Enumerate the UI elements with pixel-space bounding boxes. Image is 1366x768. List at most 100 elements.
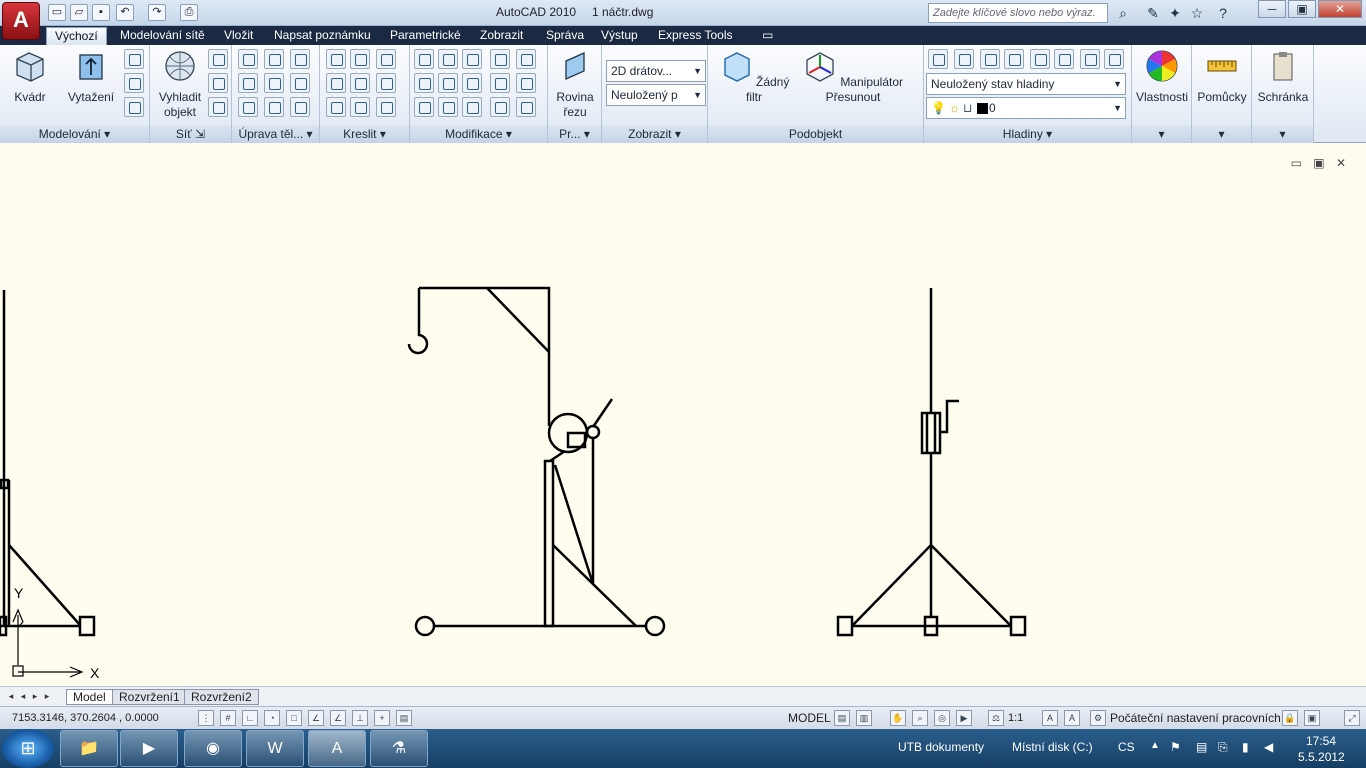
layout-tab-rozvrzeni1[interactable]: Rozvržení1 [112, 689, 187, 705]
array-icon[interactable] [414, 97, 434, 117]
auto-scale-icon[interactable]: A [1064, 710, 1080, 726]
save-icon[interactable]: ▪ [92, 4, 110, 21]
line-icon[interactable] [350, 73, 370, 93]
panel-label-hladiny[interactable]: Hladiny ▾ [924, 125, 1131, 143]
undo-icon[interactable]: ↶ [116, 4, 134, 21]
model-space-button[interactable]: MODEL [788, 711, 831, 725]
layer-properties-icon[interactable] [928, 49, 948, 69]
first-tab-arrow-icon[interactable]: ◂ [6, 690, 16, 703]
search-input[interactable]: Zadejte klíčové slovo nebo výraz. [928, 3, 1108, 23]
solid-tool-icon[interactable] [124, 49, 144, 69]
print-icon[interactable]: ⎙ [180, 4, 198, 21]
manipulator-button[interactable]: Manipulátor Přesunout [790, 49, 916, 105]
osnap-toggle-icon[interactable]: □ [286, 710, 302, 726]
steeringwheel-icon[interactable]: ◎ [934, 710, 950, 726]
tray-expand-icon[interactable]: ▲ [1150, 740, 1160, 751]
panel-label-sit[interactable]: Síť ⇲ [150, 125, 231, 143]
layer-isolate-icon[interactable] [1004, 49, 1024, 69]
panel-label-zobrazit[interactable]: Zobrazit ▾ [602, 125, 707, 143]
layer-freeze-icon[interactable] [1030, 49, 1050, 69]
polar-toggle-icon[interactable]: ◔ [264, 710, 280, 726]
tab-sprava[interactable]: Správa [538, 27, 592, 45]
otrack-toggle-icon[interactable]: ∠ [330, 710, 346, 726]
clock-time[interactable]: 17:54 [1306, 734, 1336, 748]
panel-expand-schranka[interactable]: ▾ [1252, 125, 1313, 143]
tray-flag-icon[interactable]: ⚑ [1170, 740, 1181, 754]
star-icon[interactable]: ☆ [1188, 4, 1206, 22]
prev-tab-arrow-icon[interactable]: ◂ [18, 690, 28, 703]
toolbar-mistni-disk[interactable]: Místní disk (C:) [1012, 740, 1093, 754]
start-button[interactable]: ⊞ [2, 729, 54, 768]
break-icon[interactable] [516, 49, 536, 69]
panel-label-modelovani[interactable]: Modelování ▾ [0, 125, 149, 143]
clock-date[interactable]: 5.5.2012 [1298, 750, 1345, 764]
chamfer-icon[interactable] [516, 73, 536, 93]
help-icon[interactable]: ? [1214, 4, 1232, 22]
3d-align-icon[interactable] [438, 97, 458, 117]
layer-walk-icon[interactable] [1104, 49, 1124, 69]
new-file-icon[interactable]: ▭ [48, 4, 66, 21]
rovina-rezu-button[interactable]: Rovina řezu [552, 49, 598, 120]
tab-vlozit[interactable]: Vložit [216, 27, 261, 45]
mesh-add-icon[interactable] [208, 49, 228, 69]
fillet-icon[interactable] [414, 73, 434, 93]
spline-icon[interactable] [326, 73, 346, 93]
mirror-icon[interactable] [516, 97, 536, 117]
viewport-controls[interactable]: ▭ ▣ ✕ [1291, 156, 1350, 170]
workspace-switch[interactable]: Počáteční nastavení pracovních [1110, 711, 1281, 725]
tab-vystup[interactable]: Výstup [593, 27, 646, 45]
panel-label-pr[interactable]: Pr... ▾ [548, 125, 601, 143]
extrude-faces-icon[interactable] [290, 73, 310, 93]
maximize-button[interactable]: ▣ [1288, 0, 1316, 18]
intersect-icon[interactable] [238, 97, 258, 117]
extract-edges-icon[interactable] [290, 49, 310, 69]
tray-device-icon[interactable]: ⎘ [1218, 740, 1228, 755]
clean-screen-icon[interactable]: ⤢ [1344, 710, 1360, 726]
move-icon[interactable] [462, 49, 482, 69]
tab-vychozi[interactable]: Výchozí [46, 27, 107, 45]
mesh-remove-icon[interactable] [208, 73, 228, 93]
layout-tab-model[interactable]: Model [66, 689, 113, 705]
next-tab-arrow-icon[interactable]: ▸ [30, 690, 40, 703]
word-task-icon[interactable]: W [246, 730, 304, 767]
layer-dropdown[interactable]: 💡 ☼ ⊔ 0 ▼ [926, 97, 1126, 119]
separate-icon[interactable] [290, 97, 310, 117]
ribbon-minimize-icon[interactable]: ▭ [754, 27, 781, 45]
autocad-task-icon[interactable]: A [308, 730, 366, 767]
satellite-icon[interactable]: ✦ [1166, 4, 1184, 22]
explorer-task-icon[interactable]: 📁 [60, 730, 118, 767]
subtract-icon[interactable] [238, 73, 258, 93]
pan-icon[interactable]: ✋ [890, 710, 906, 726]
lineweight-toggle-icon[interactable]: ▤ [396, 710, 412, 726]
copy-icon[interactable] [490, 49, 510, 69]
dyn-toggle-icon[interactable]: + [374, 710, 390, 726]
open-file-icon[interactable]: ▱ [70, 4, 88, 21]
layer-off-icon[interactable] [980, 49, 1000, 69]
annotation-visibility-icon[interactable]: A [1042, 710, 1058, 726]
layer-match-icon[interactable] [1080, 49, 1100, 69]
view-dropdown[interactable]: Neuložený p ▼ [606, 84, 706, 106]
layer-state-icon[interactable] [954, 49, 974, 69]
chrome-task-icon[interactable]: ◉ [184, 730, 242, 767]
layer-lock-icon[interactable] [1054, 49, 1074, 69]
sweep-icon[interactable] [124, 73, 144, 93]
3d-move-icon[interactable] [438, 49, 458, 69]
binoculars-icon[interactable]: ⌕ [1114, 4, 1132, 22]
ortho-toggle-icon[interactable]: ∟ [242, 710, 258, 726]
vyhladit-objekt-button[interactable]: Vyhladit objekt [154, 49, 206, 120]
visual-style-dropdown[interactable]: 2D drátov... ▼ [606, 60, 706, 82]
panel-label-kreslit[interactable]: Kreslit ▾ [320, 125, 409, 143]
tab-parametricke[interactable]: Parametrické [382, 27, 469, 45]
zadny-filtr-button[interactable]: Žádný filtr [716, 49, 792, 105]
ducs-toggle-icon[interactable]: ⊥ [352, 710, 368, 726]
redo-icon[interactable]: ↷ [148, 4, 166, 21]
pomucky-button[interactable]: Pomůcky [1194, 49, 1250, 105]
helix-icon[interactable] [350, 49, 370, 69]
minimize-button[interactable]: ─ [1258, 0, 1286, 18]
application-menu-button[interactable]: A [2, 2, 40, 40]
schranka-button[interactable]: Schránka [1254, 49, 1312, 105]
union-icon[interactable] [238, 49, 258, 69]
scale-icon[interactable] [462, 97, 482, 117]
app-task-icon[interactable]: ⚗ [370, 730, 428, 767]
tab-zobrazit[interactable]: Zobrazit [472, 27, 531, 45]
